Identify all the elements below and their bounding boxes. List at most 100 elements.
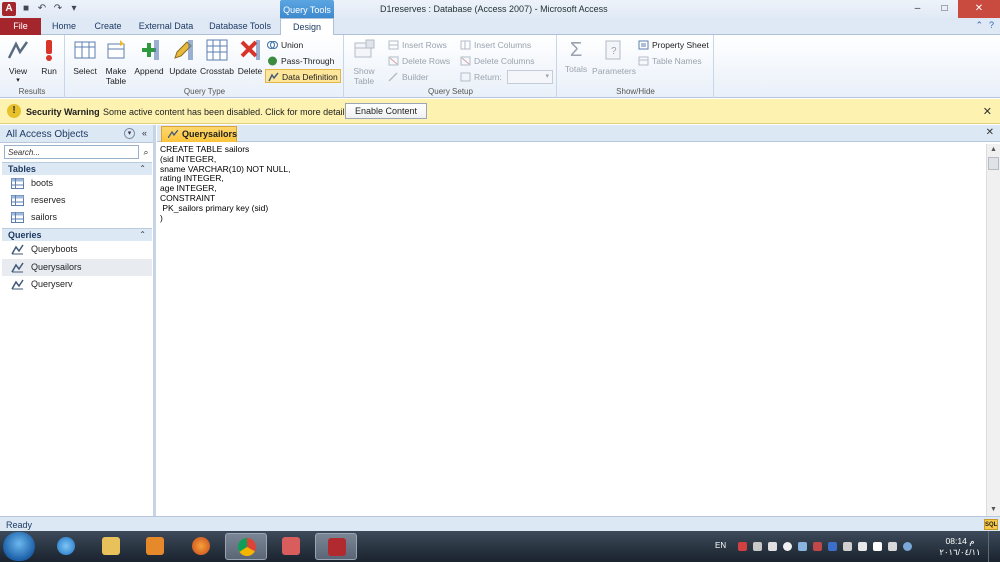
tray-shield-icon[interactable] bbox=[798, 542, 807, 551]
enable-content-button[interactable]: Enable Content bbox=[345, 103, 427, 119]
parameters-icon: ? bbox=[605, 40, 621, 60]
query-tab-icon bbox=[168, 130, 178, 138]
totals-button[interactable]: Σ Totals bbox=[562, 38, 590, 74]
sql-view-button[interactable]: SQL bbox=[984, 519, 998, 530]
taskbar-snipping-tool[interactable] bbox=[270, 533, 312, 560]
close-document-button[interactable]: ✕ bbox=[986, 127, 994, 138]
return-combo[interactable]: ▾ bbox=[507, 70, 553, 84]
warning-icon: ! bbox=[7, 104, 21, 118]
minimize-ribbon-icon[interactable]: ⌃ bbox=[975, 20, 983, 31]
make-table-button[interactable]: Make Table bbox=[102, 38, 130, 86]
nav-search-input[interactable]: Search... bbox=[4, 145, 139, 159]
tray-globe-icon[interactable] bbox=[903, 542, 912, 551]
pass-through-button[interactable]: Pass-Through bbox=[267, 54, 334, 68]
delete-columns-button[interactable]: Delete Columns bbox=[460, 54, 534, 68]
run-exclamation-icon bbox=[46, 40, 52, 61]
return-icon bbox=[460, 72, 471, 82]
language-indicator[interactable]: EN bbox=[715, 541, 726, 550]
taskbar-firefox[interactable] bbox=[180, 533, 222, 560]
data-definition-icon bbox=[268, 72, 279, 82]
nav-section-queries[interactable]: Queries ⌃ bbox=[2, 228, 152, 241]
svg-text:?: ? bbox=[611, 46, 617, 57]
customize-qat-icon[interactable]: ▾ bbox=[68, 2, 80, 16]
help-icon[interactable]: ? bbox=[989, 20, 994, 31]
show-desktop-button[interactable] bbox=[988, 531, 1000, 562]
nav-item-query-querysailors[interactable]: Querysailors bbox=[2, 259, 152, 276]
table-names-button[interactable]: Table Names bbox=[638, 54, 702, 68]
nav-item-query-queryboots[interactable]: Queryboots bbox=[2, 241, 152, 258]
search-icon[interactable]: ⌕ bbox=[140, 145, 152, 159]
collapse-section-icon: ⌃ bbox=[139, 164, 146, 173]
append-button[interactable]: Append bbox=[132, 38, 166, 76]
vertical-scrollbar[interactable]: ▲ ▼ bbox=[986, 144, 1000, 516]
taskbar-internet-explorer[interactable] bbox=[45, 533, 87, 560]
maximize-button[interactable]: □ bbox=[931, 0, 958, 18]
minimize-button[interactable]: – bbox=[904, 0, 931, 18]
document-tab-querysailors[interactable]: Querysailors bbox=[161, 126, 237, 142]
tray-device-icon[interactable] bbox=[843, 542, 852, 551]
tray-network-icon[interactable] bbox=[813, 542, 822, 551]
sql-editor[interactable]: CREATE TABLE sailors (sid INTEGER, sname… bbox=[160, 144, 291, 223]
tray-update-icon[interactable] bbox=[783, 542, 792, 551]
nav-menu-chevron-icon[interactable]: ▾ bbox=[124, 128, 135, 139]
view-button[interactable]: View ▾ bbox=[4, 38, 32, 84]
clock-date: ٢٠١٦/٠٤/١١ bbox=[939, 547, 981, 557]
data-definition-button[interactable]: Data Definition bbox=[265, 69, 341, 83]
union-button[interactable]: Union bbox=[267, 38, 303, 52]
tray-app-icon[interactable] bbox=[753, 542, 762, 551]
nav-section-tables[interactable]: Tables ⌃ bbox=[2, 162, 152, 175]
delete-query-button[interactable]: Delete bbox=[236, 38, 264, 76]
tab-design[interactable]: Design bbox=[280, 18, 334, 36]
return-label: Return: bbox=[460, 70, 502, 84]
nav-pane-header[interactable]: All Access Objects ▾ « bbox=[0, 125, 153, 143]
undo-icon[interactable]: ↶ bbox=[36, 2, 48, 16]
chevron-down-icon: ▾ bbox=[16, 77, 20, 84]
update-button[interactable]: Update bbox=[167, 38, 199, 76]
scroll-thumb[interactable] bbox=[988, 157, 999, 170]
tray-flag-icon[interactable] bbox=[738, 542, 747, 551]
tab-database-tools[interactable]: Database Tools bbox=[204, 18, 276, 35]
access-app-icon[interactable]: A bbox=[2, 2, 16, 16]
nav-item-table-reserves[interactable]: reserves bbox=[2, 192, 152, 209]
snipping-tool-icon bbox=[282, 537, 300, 555]
crosstab-button[interactable]: Crosstab bbox=[199, 38, 235, 76]
nav-item-query-queryserv[interactable]: Queryserv bbox=[2, 276, 152, 293]
property-sheet-button[interactable]: Property Sheet bbox=[638, 38, 709, 52]
tab-create[interactable]: Create bbox=[88, 18, 128, 35]
tab-home[interactable]: Home bbox=[46, 18, 82, 35]
close-window-button[interactable]: ✕ bbox=[958, 0, 1000, 18]
builder-button[interactable]: Builder bbox=[388, 70, 428, 84]
redo-icon[interactable]: ↷ bbox=[52, 2, 64, 16]
scroll-down-icon[interactable]: ▼ bbox=[987, 504, 1000, 516]
nav-item-table-boots[interactable]: boots bbox=[2, 175, 152, 192]
security-warning-message[interactable]: Some active content has been disabled. C… bbox=[103, 107, 352, 117]
show-table-button[interactable]: Show Table bbox=[349, 38, 379, 86]
ribbon-right-icons: ⌃ ? bbox=[975, 20, 994, 31]
parameters-button[interactable]: ? Parameters bbox=[592, 38, 636, 76]
taskbar-access[interactable] bbox=[315, 533, 357, 560]
taskbar-file-explorer[interactable] bbox=[90, 533, 132, 560]
scroll-up-icon[interactable]: ▲ bbox=[987, 144, 1000, 156]
insert-rows-button[interactable]: Insert Rows bbox=[388, 38, 447, 52]
tray-battery-icon[interactable] bbox=[888, 542, 897, 551]
tray-bluetooth-icon[interactable] bbox=[828, 542, 837, 551]
insert-columns-button[interactable]: Insert Columns bbox=[460, 38, 531, 52]
run-button[interactable]: Run bbox=[36, 38, 62, 76]
taskbar-clock[interactable]: 08:14 م ٢٠١٦/٠٤/١١ bbox=[938, 536, 982, 558]
delete-rows-button[interactable]: Delete Rows bbox=[388, 54, 450, 68]
save-icon[interactable]: ■ bbox=[20, 2, 32, 16]
close-security-bar-button[interactable]: ✕ bbox=[983, 105, 992, 118]
start-button[interactable] bbox=[3, 532, 35, 561]
tab-external-data[interactable]: External Data bbox=[134, 18, 198, 35]
taskbar-media-player[interactable] bbox=[134, 533, 176, 560]
tray-display-icon[interactable] bbox=[858, 542, 867, 551]
tab-file[interactable]: File bbox=[0, 18, 41, 35]
select-query-button[interactable]: Select bbox=[70, 38, 100, 76]
data-definition-query-icon bbox=[11, 262, 24, 273]
insert-columns-icon bbox=[460, 40, 471, 50]
tray-signal-icon[interactable] bbox=[873, 542, 882, 551]
taskbar-chrome[interactable] bbox=[225, 533, 267, 560]
shutter-bar-close-icon[interactable]: « bbox=[142, 128, 147, 138]
tray-speaker-icon[interactable] bbox=[768, 542, 777, 551]
nav-item-table-sailors[interactable]: sailors bbox=[2, 209, 152, 226]
